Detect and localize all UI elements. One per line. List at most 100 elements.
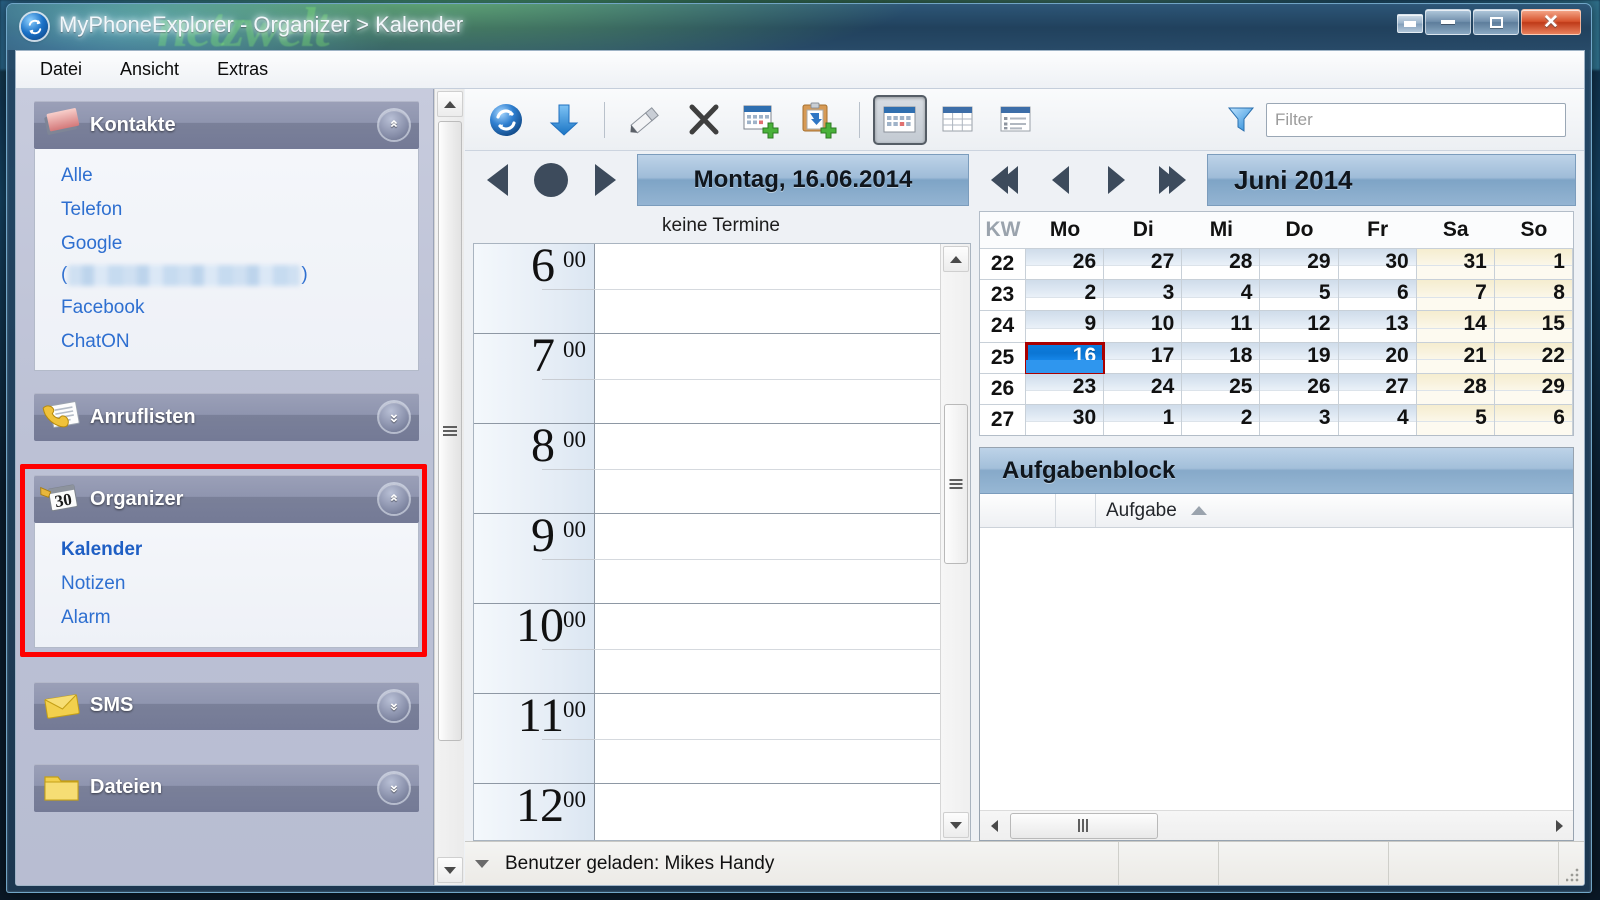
download-button[interactable] xyxy=(537,95,591,145)
calendar-day-cell[interactable]: 21 xyxy=(1416,342,1495,373)
calendar-day-cell[interactable]: 2 xyxy=(1026,280,1105,311)
next-day-button[interactable] xyxy=(579,156,631,204)
new-appointment-button[interactable] xyxy=(734,95,788,145)
maximize-button[interactable] xyxy=(1473,9,1519,35)
calendar-day-cell[interactable]: 24 xyxy=(1104,373,1183,404)
hour-slot[interactable] xyxy=(595,604,940,693)
calendar-day-cell[interactable]: 3 xyxy=(1260,404,1339,436)
day-view-button[interactable] xyxy=(873,94,927,145)
hour-row[interactable]: 9 00 xyxy=(474,512,940,604)
task-scrollbar-thumb[interactable] xyxy=(1010,812,1158,839)
sidebar-item-google-account-redacted[interactable]: ( ) xyxy=(61,260,418,290)
edit-button[interactable] xyxy=(618,95,672,145)
status-collapse-button[interactable] xyxy=(465,842,499,886)
restore-small-button[interactable] xyxy=(1397,14,1423,33)
calendar-day-cell[interactable]: 29 xyxy=(1260,249,1339,280)
sidebar-item-telefon[interactable]: Telefon xyxy=(61,193,122,227)
sidebar-item-google[interactable]: Google xyxy=(61,227,122,261)
previous-month-button[interactable] xyxy=(1033,156,1087,204)
sidebar-item-alarm[interactable]: Alarm xyxy=(61,601,111,635)
hour-row[interactable]: 7 00 xyxy=(474,332,940,424)
sidebar-scrollbar-thumb[interactable] xyxy=(438,121,462,741)
menu-item-extras[interactable]: Extras xyxy=(211,56,274,83)
sidebar-panel-kontakte-header[interactable]: Kontakte ⌃ ⌃ xyxy=(34,101,419,149)
day-grid-scrollbar-thumb[interactable] xyxy=(944,404,968,564)
grid-scroll-down-button[interactable] xyxy=(943,812,969,838)
grid-scroll-up-button[interactable] xyxy=(943,246,969,272)
menu-item-datei[interactable]: Datei xyxy=(34,56,88,83)
calendar-day-cell[interactable]: 7 xyxy=(1416,280,1495,311)
calendar-day-cell[interactable]: 13 xyxy=(1338,311,1417,342)
task-column-icon[interactable] xyxy=(1056,494,1096,527)
minimize-button[interactable] xyxy=(1425,9,1471,35)
hour-slot[interactable] xyxy=(595,694,940,783)
task-horizontal-scrollbar[interactable] xyxy=(980,810,1573,840)
sidebar-item-facebook[interactable]: Facebook xyxy=(61,291,144,325)
resize-grip-icon[interactable] xyxy=(1558,841,1584,885)
sync-button[interactable] xyxy=(479,95,533,145)
calendar-day-cell[interactable]: 27 xyxy=(1104,249,1183,280)
calendar-day-cell[interactable]: 25 xyxy=(1182,373,1261,404)
chevron-up-double-icon[interactable]: ⌃ ⌃ xyxy=(379,484,409,515)
day-grid-scrollbar[interactable] xyxy=(940,244,970,840)
calendar-day-cell[interactable]: 28 xyxy=(1416,373,1495,404)
new-task-button[interactable] xyxy=(792,95,846,145)
hour-slot[interactable] xyxy=(595,424,940,513)
sidebar-item-kalender[interactable]: Kalender xyxy=(61,533,142,567)
hour-slot[interactable] xyxy=(595,514,940,603)
calendar-day-cell[interactable]: 15 xyxy=(1494,311,1573,342)
hour-slot[interactable] xyxy=(595,334,940,423)
calendar-day-cell[interactable]: 31 xyxy=(1416,249,1495,280)
sidebar-panel-anruflisten-header[interactable]: Anruflisten ⌄ ⌄ xyxy=(34,393,419,442)
task-column-aufgabe[interactable]: Aufgabe xyxy=(1096,494,1573,527)
calendar-day-cell[interactable]: 5 xyxy=(1260,280,1339,311)
calendar-day-cell[interactable]: 19 xyxy=(1260,342,1339,373)
close-button[interactable]: ✕ xyxy=(1521,9,1581,35)
calendar-day-cell[interactable]: 2 xyxy=(1182,404,1261,436)
calendar-day-cell[interactable]: 26 xyxy=(1260,373,1339,404)
hour-slot[interactable] xyxy=(595,244,940,333)
month-view-button[interactable] xyxy=(931,95,985,145)
sidebar-item-notizen[interactable]: Notizen xyxy=(61,567,125,601)
today-button[interactable] xyxy=(525,156,577,204)
chevron-down-double-icon[interactable]: ⌄ ⌄ xyxy=(379,690,409,721)
calendar-day-cell[interactable]: 12 xyxy=(1260,311,1339,342)
calendar-day-cell[interactable]: 11 xyxy=(1182,311,1261,342)
list-view-button[interactable] xyxy=(989,95,1043,145)
chevron-up-double-icon[interactable]: ⌃ ⌃ xyxy=(379,110,409,140)
hour-row[interactable]: 10 00 xyxy=(474,602,940,694)
next-year-button[interactable] xyxy=(1145,156,1199,204)
delete-button[interactable] xyxy=(676,95,730,145)
filter-input[interactable] xyxy=(1266,102,1566,137)
calendar-day-cell[interactable]: 30 xyxy=(1338,249,1417,280)
chevron-down-double-icon[interactable]: ⌄ ⌄ xyxy=(379,772,409,803)
calendar-day-cell[interactable]: 27 xyxy=(1338,373,1417,404)
calendar-day-cell[interactable]: 4 xyxy=(1182,280,1261,311)
hour-row[interactable]: 6 00 xyxy=(474,244,940,334)
sidebar-item-chaton[interactable]: ChatON xyxy=(61,325,130,359)
hour-row[interactable]: 11 00 xyxy=(474,692,940,784)
calendar-day-cell[interactable]: 18 xyxy=(1182,342,1261,373)
sidebar-scroll-up-button[interactable] xyxy=(437,91,463,117)
calendar-day-cell[interactable]: 28 xyxy=(1182,249,1261,280)
calendar-day-cell-selected[interactable]: 16 xyxy=(1024,341,1106,374)
calendar-day-cell[interactable]: 9 xyxy=(1026,311,1105,342)
calendar-day-cell[interactable]: 6 xyxy=(1338,280,1417,311)
day-time-grid[interactable]: 6 00 7 00 8 00 9 00 10 00 11 00 12 00 xyxy=(474,244,940,840)
calendar-day-cell[interactable]: 23 xyxy=(1026,373,1105,404)
calendar-day-cell[interactable]: 29 xyxy=(1494,373,1573,404)
calendar-day-cell[interactable]: 4 xyxy=(1338,404,1417,436)
task-scroll-right-button[interactable] xyxy=(1545,812,1573,840)
sidebar-panel-sms-header[interactable]: SMS ⌄ ⌄ xyxy=(34,681,419,730)
sidebar-item-alle[interactable]: Alle xyxy=(61,159,93,193)
sidebar-panel-dateien-header[interactable]: Dateien ⌄ ⌄ xyxy=(34,763,419,812)
calendar-day-cell[interactable]: 6 xyxy=(1494,404,1573,436)
calendar-day-cell[interactable]: 5 xyxy=(1416,404,1495,436)
calendar-day-cell[interactable]: 8 xyxy=(1494,280,1573,311)
calendar-day-cell[interactable]: 22 xyxy=(1494,342,1573,373)
previous-day-button[interactable] xyxy=(471,156,523,204)
sidebar-panel-organizer-header[interactable]: 30 Organizer ⌃ ⌃ xyxy=(34,475,419,524)
sidebar-scrollbar[interactable] xyxy=(434,89,464,885)
hour-row[interactable]: 12 00 xyxy=(474,782,940,840)
previous-year-button[interactable] xyxy=(977,156,1031,204)
